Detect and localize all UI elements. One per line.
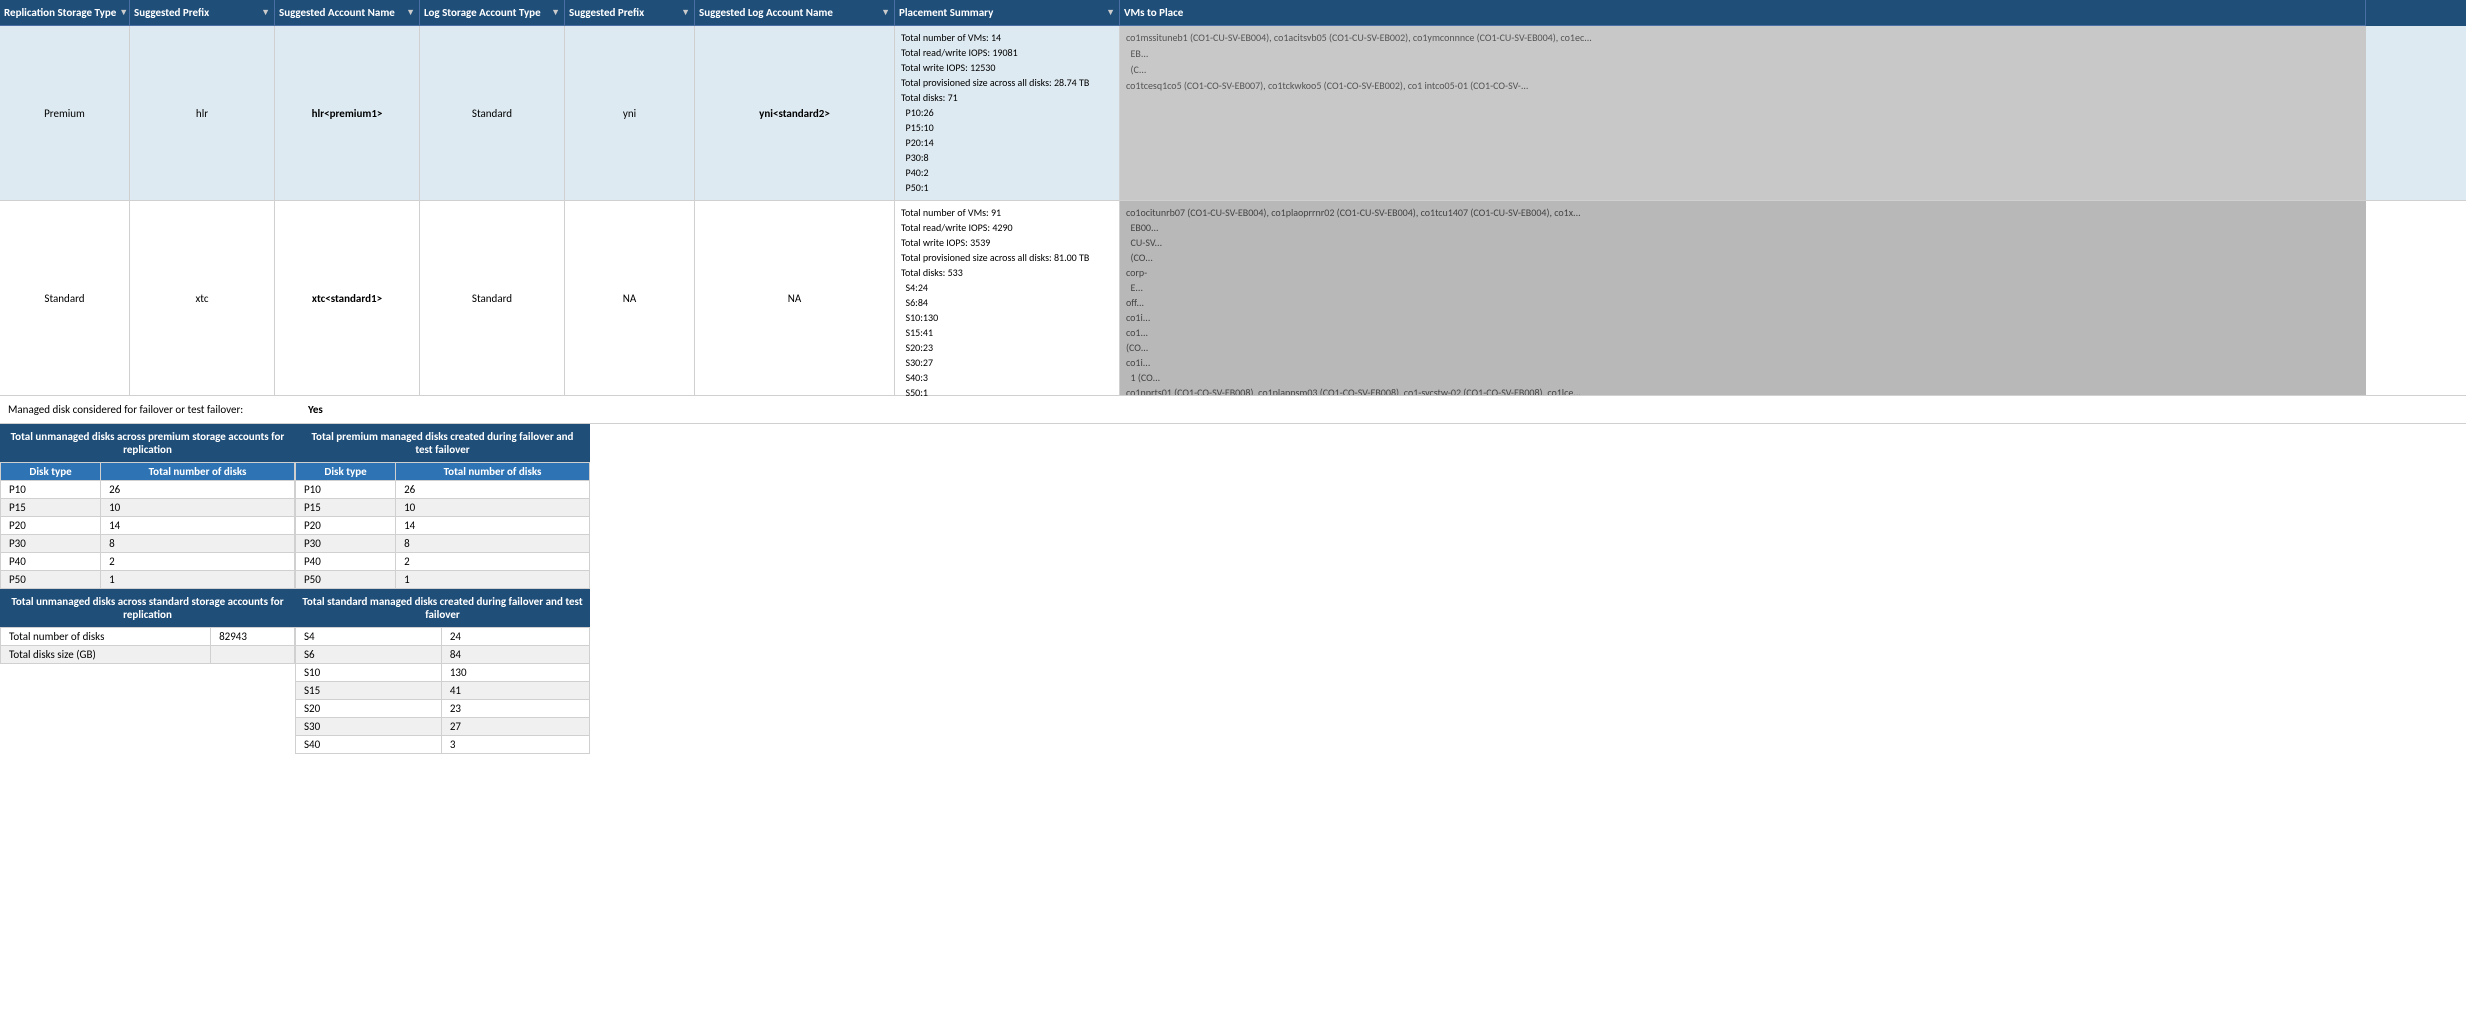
- unmanaged-standard-table: Total number of disks82943Total disks si…: [0, 627, 295, 664]
- cell-log-storage-premium: Standard: [420, 26, 565, 200]
- right-bottom-section: Total premium managed disks created duri…: [295, 424, 590, 754]
- managed-premium-table: Disk type Total number of disks P1026P15…: [295, 462, 590, 589]
- col-header-disk-type-mp: Disk type: [296, 463, 396, 481]
- cell-vms-premium: co1mssituneb1 (CO1-CU-SV-EB004), co1acit…: [1120, 26, 2366, 200]
- managed-disk-value: Yes: [308, 403, 323, 416]
- col-header-disk-type-up: Disk type: [1, 463, 101, 481]
- filter-icon-replication[interactable]: ▼: [119, 7, 128, 18]
- list-item: Total number of disks82943: [1, 628, 295, 646]
- col-header-total-mp: Total number of disks: [396, 463, 590, 481]
- header-replication[interactable]: Replication Storage Type ▼: [0, 0, 130, 26]
- managed-premium-title: Total premium managed disks created duri…: [295, 424, 590, 462]
- cell-account-premium: hlr<premium1>: [275, 26, 420, 200]
- cell-replication-standard: Standard: [0, 201, 130, 395]
- cell-log-account-standard: NA: [695, 201, 895, 395]
- list-item: S1541: [296, 682, 590, 700]
- filter-icon-log-prefix[interactable]: ▼: [681, 7, 690, 18]
- filter-icon-account-name[interactable]: ▼: [406, 7, 415, 18]
- list-item: S684: [296, 646, 590, 664]
- left-bottom-section: Total unmanaged disks across premium sto…: [0, 424, 295, 754]
- cell-prefix-standard: xtc: [130, 201, 275, 395]
- filter-icon-log-storage[interactable]: ▼: [551, 7, 560, 18]
- cell-log-prefix-standard: NA: [565, 201, 695, 395]
- list-item: P1510: [1, 499, 295, 517]
- list-item: S3027: [296, 718, 590, 736]
- unmanaged-premium-title: Total unmanaged disks across premium sto…: [0, 424, 295, 462]
- table-row-premium: Premium hlr hlr<premium1> Standard yni y…: [0, 26, 2466, 201]
- filter-icon-log-account[interactable]: ▼: [881, 7, 890, 18]
- filter-icon-placement[interactable]: ▼: [1106, 7, 1115, 18]
- list-item: Total disks size (GB): [1, 646, 295, 664]
- managed-disk-row: Managed disk considered for failover or …: [0, 396, 2466, 424]
- header-row: Replication Storage Type ▼ Suggested Pre…: [0, 0, 2466, 26]
- spreadsheet: Replication Storage Type ▼ Suggested Pre…: [0, 0, 2466, 1025]
- unmanaged-premium-table: Disk type Total number of disks P1026P15…: [0, 462, 295, 589]
- cell-replication-premium: Premium: [0, 26, 130, 200]
- cell-vms-standard: co1ocitunrb07 (CO1-CU-SV-EB004), co1plao…: [1120, 201, 2366, 395]
- header-log-prefix[interactable]: Suggested Prefix ▼: [565, 0, 695, 26]
- header-log-account[interactable]: Suggested Log Account Name ▼: [695, 0, 895, 26]
- cell-log-prefix-premium: yni: [565, 26, 695, 200]
- unmanaged-standard-title: Total unmanaged disks across standard st…: [0, 589, 295, 627]
- list-item: P402: [1, 553, 295, 571]
- list-item: P501: [1, 571, 295, 589]
- header-placement[interactable]: Placement Summary ▼: [895, 0, 1120, 26]
- list-item: P308: [1, 535, 295, 553]
- bottom-tables-section: Total unmanaged disks across premium sto…: [0, 424, 590, 754]
- list-item: S424: [296, 628, 590, 646]
- managed-standard-table: S424S684S10130S1541S2023S3027S403: [295, 627, 590, 754]
- filter-icon-prefix[interactable]: ▼: [261, 7, 270, 18]
- list-item: P402: [296, 553, 590, 571]
- list-item: P2014: [1, 517, 295, 535]
- list-item: P501: [296, 571, 590, 589]
- table-row-standard: Standard xtc xtc<standard1> Standard NA …: [0, 201, 2466, 396]
- managed-standard-title: Total standard managed disks created dur…: [295, 589, 590, 627]
- cell-placement-standard: Total number of VMs: 91 Total read/write…: [895, 201, 1120, 395]
- cell-log-storage-standard: Standard: [420, 201, 565, 395]
- list-item: P1510: [296, 499, 590, 517]
- header-account-name[interactable]: Suggested Account Name ▼: [275, 0, 420, 26]
- cell-account-standard: xtc<standard1>: [275, 201, 420, 395]
- list-item: P308: [296, 535, 590, 553]
- list-item: P1026: [1, 481, 295, 499]
- cell-placement-premium: Total number of VMs: 14 Total read/write…: [895, 26, 1120, 200]
- header-log-storage[interactable]: Log Storage Account Type ▼: [420, 0, 565, 26]
- list-item: S10130: [296, 664, 590, 682]
- list-item: P2014: [296, 517, 590, 535]
- cell-log-account-premium: yni<standard2>: [695, 26, 895, 200]
- header-vms[interactable]: VMs to Place: [1120, 0, 2366, 26]
- list-item: S403: [296, 736, 590, 754]
- managed-disk-label: Managed disk considered for failover or …: [8, 403, 308, 416]
- cell-prefix-premium: hlr: [130, 26, 275, 200]
- list-item: S2023: [296, 700, 590, 718]
- col-header-total-up: Total number of disks: [101, 463, 295, 481]
- header-suggested-prefix[interactable]: Suggested Prefix ▼: [130, 0, 275, 26]
- list-item: P1026: [296, 481, 590, 499]
